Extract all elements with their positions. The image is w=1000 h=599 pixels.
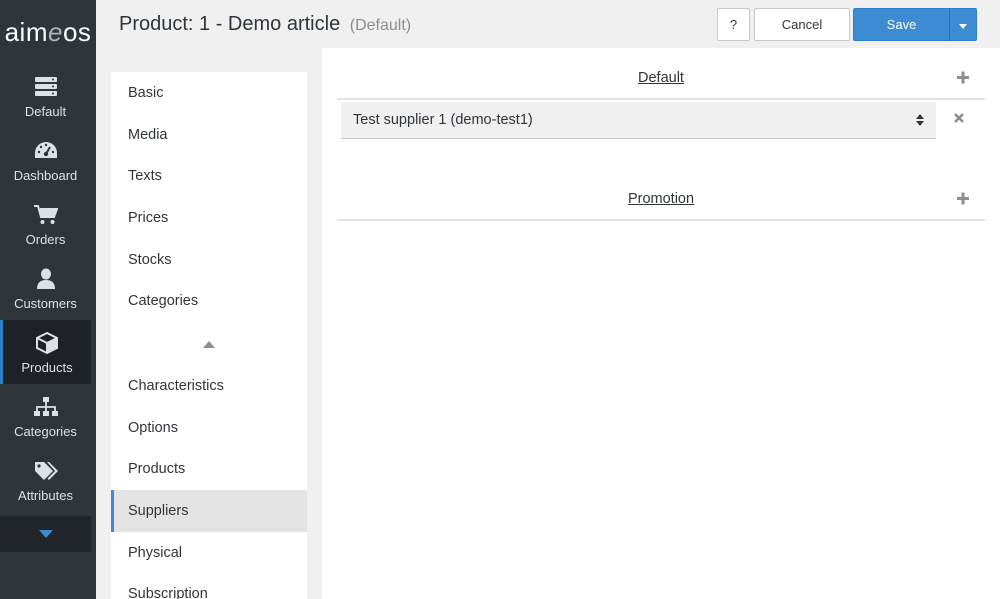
plus-icon[interactable] (957, 189, 969, 210)
tab-basic[interactable]: Basic (111, 72, 307, 114)
group-header-default: Default (337, 58, 985, 100)
tab-subscription[interactable]: Subscription (111, 574, 307, 599)
cancel-button[interactable]: Cancel (754, 8, 850, 41)
nav-item-default[interactable]: Default (0, 64, 91, 128)
nav-item-attributes[interactable]: Attributes (0, 448, 91, 512)
caret-down-icon (38, 525, 53, 543)
supplier-select-value: Test supplier 1 (demo-test1) (353, 112, 533, 128)
nav-item-categories[interactable]: Categories (0, 384, 91, 448)
tab-stocks[interactable]: Stocks (111, 239, 307, 281)
nav-item-orders[interactable]: Orders (0, 192, 91, 256)
suppliers-panel: Default Test supplier 1 (demo-test1) Pro… (322, 48, 1000, 599)
nav-label: Dashboard (13, 168, 78, 183)
tab-characteristics[interactable]: Characteristics (111, 365, 307, 407)
page-subtitle: (Default) (349, 17, 412, 34)
item-tabs: Basic Media Texts Prices Stocks Categori… (111, 72, 307, 599)
tab-options[interactable]: Options (111, 407, 307, 449)
nav-label: Default (24, 104, 67, 119)
tags-icon (34, 458, 58, 484)
logo-text-part2: e (47, 16, 63, 47)
dashboard-icon (34, 138, 58, 164)
tab-categories[interactable]: Categories (111, 280, 307, 322)
tab-texts[interactable]: Texts (111, 155, 307, 197)
supplier-select[interactable]: Test supplier 1 (demo-test1) (341, 102, 936, 139)
nav-item-dashboard[interactable]: Dashboard (0, 128, 91, 192)
group-header-promotion: Promotion (337, 179, 985, 221)
logo-text-part3: os (62, 16, 92, 47)
sitemap-icon (33, 394, 58, 420)
caret-up-icon (203, 335, 215, 353)
page-title-text: Product: 1 - Demo article (119, 13, 341, 35)
tab-physical[interactable]: Physical (111, 532, 307, 574)
tabs-collapse-button[interactable] (111, 322, 307, 365)
nav-label: Categories (14, 424, 77, 439)
sort-icon (916, 113, 924, 131)
save-options-dropdown-button[interactable] (949, 8, 977, 41)
cart-icon (33, 202, 58, 228)
tab-suppliers[interactable]: Suppliers (111, 490, 307, 532)
nav-label: Attributes (18, 488, 73, 503)
tab-prices[interactable]: Prices (111, 197, 307, 239)
page-title: Product: 1 - Demo article (Default) (119, 13, 411, 36)
aimeos-logo[interactable]: aim e os (0, 0, 96, 64)
server-icon (34, 74, 58, 100)
caret-down-icon (959, 17, 967, 32)
group-title[interactable]: Promotion (628, 191, 694, 207)
nav-label: Orders (25, 232, 66, 247)
group-title[interactable]: Default (638, 70, 684, 86)
logo-text-part1: aim (4, 16, 48, 47)
nav-item-customers[interactable]: Customers (0, 256, 91, 320)
help-button[interactable]: ? (717, 8, 750, 41)
page-header: Product: 1 - Demo article (Default) ? Ca… (111, 0, 985, 48)
cube-icon (35, 330, 59, 356)
tab-products[interactable]: Products (111, 449, 307, 491)
nav-label: Customers (14, 296, 77, 311)
plus-icon[interactable] (957, 68, 969, 89)
nav-more-button[interactable] (0, 516, 91, 552)
sidebar: aim e os Default Dashboard Orders Customer… (0, 0, 96, 599)
nav-item-products[interactable]: Products (0, 320, 91, 384)
close-icon[interactable] (954, 110, 964, 128)
save-button[interactable]: Save (853, 8, 950, 41)
tab-media[interactable]: Media (111, 114, 307, 156)
nav-label: Products (21, 360, 73, 375)
user-icon (36, 266, 56, 292)
